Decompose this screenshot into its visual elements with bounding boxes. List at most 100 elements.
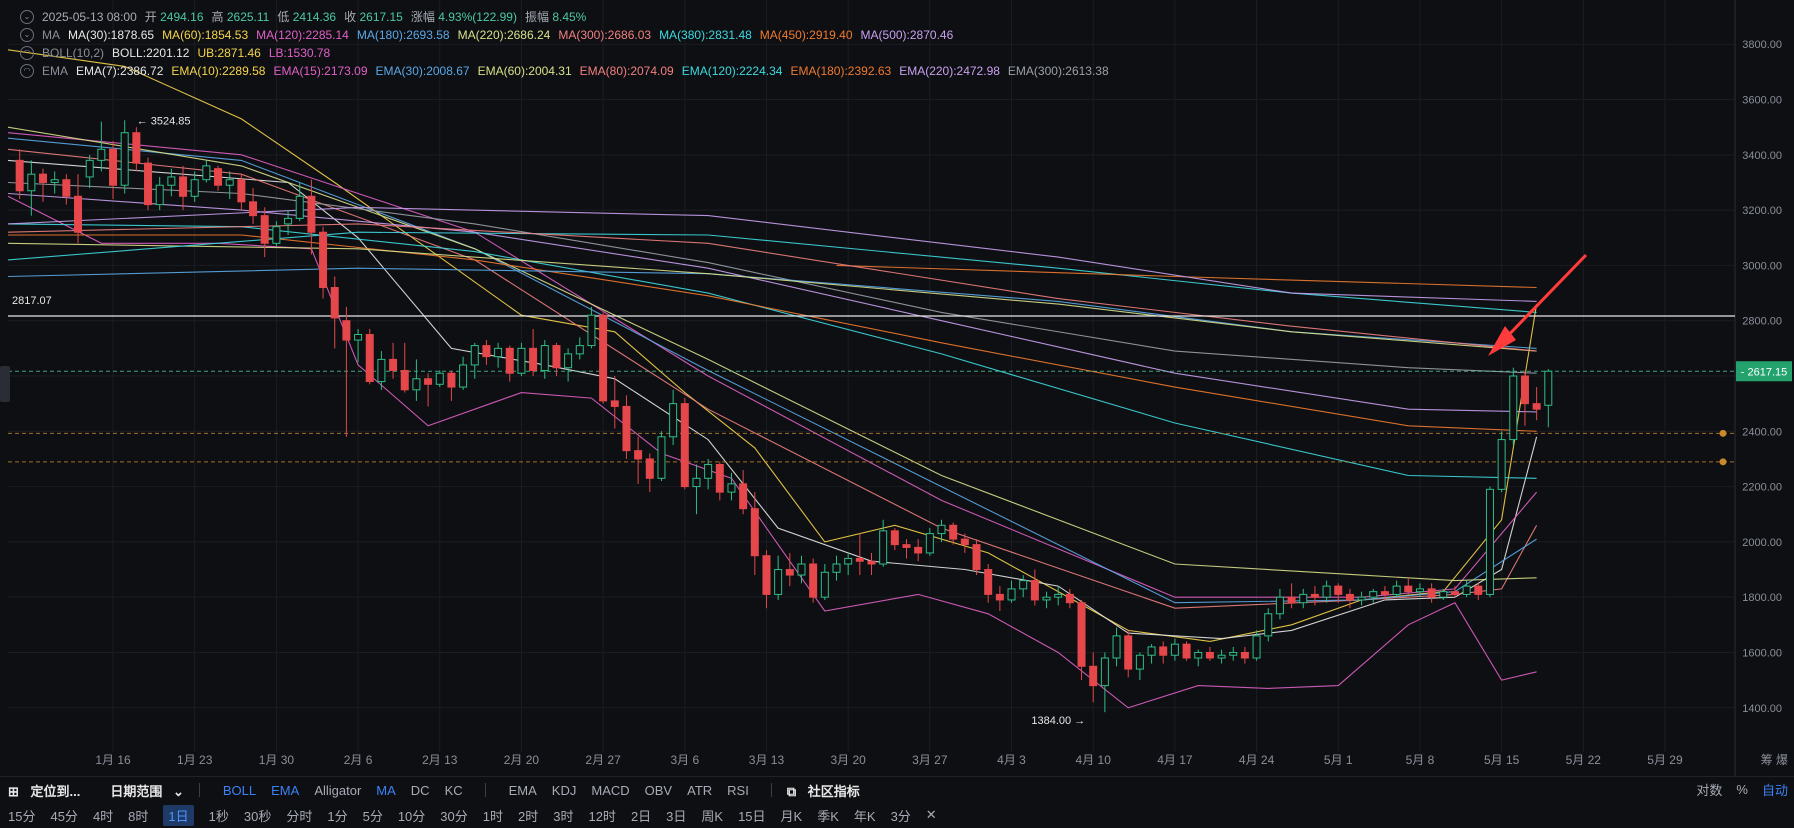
candle-body [1520,375,1529,405]
period-14[interactable]: 3时 [553,806,573,825]
period-17[interactable]: 3日 [666,806,686,825]
y-tick-label: 1400.00 [1742,703,1782,715]
candle-body [984,569,993,595]
boll-label[interactable]: BOLL(10,2) [42,44,104,62]
candle-body [272,226,281,244]
candle-body [132,132,141,164]
ema-value-7: EMA(180):2392.63 [790,64,892,78]
period-7[interactable]: 分时 [286,806,312,825]
period-13[interactable]: 2时 [518,806,538,825]
x-tick-label: 5月 15 [1484,753,1520,767]
candle-body [1474,585,1483,595]
candle-body [995,593,1004,601]
candle-body [1497,439,1506,490]
overlay-ma[interactable]: MA [376,783,396,798]
candle-body [202,165,211,181]
period-9[interactable]: 5分 [363,806,383,825]
bell-icon[interactable]: ◠ [20,64,34,78]
x-tick-label: 5月 8 [1406,753,1435,767]
candle-body [1439,591,1448,598]
candle-body [1054,593,1063,598]
overlay-dc[interactable]: DC [411,783,430,798]
candle-body [307,195,316,233]
candle-body [1544,370,1553,406]
period-1[interactable]: 45分 [50,806,77,825]
period-10[interactable]: 10分 [398,806,425,825]
sub-ema[interactable]: EMA [509,783,537,798]
indicator-line-15 [7,223,1537,352]
candle-body [704,463,713,479]
price-chart[interactable]: 3800.00 3600.00 3400.00 3200.00 3000.00 2800.… [0,0,1794,776]
candle-body [354,334,363,341]
candle-body [1252,635,1261,659]
candle-body [1217,654,1226,659]
period-18[interactable]: 周K [701,806,723,825]
indicator-line-5 [7,137,1537,604]
overlay-alligator[interactable]: Alligator [314,783,361,798]
indicator-line-0 [7,49,1538,642]
candle-body [389,358,398,371]
collapse-icon[interactable]: ⌄ [20,28,34,42]
high-label: 高 [211,10,224,24]
overlay-ema[interactable]: EMA [271,783,299,798]
candle-body [692,477,701,488]
sub-obv[interactable]: OBV [645,783,672,798]
scale-option-0[interactable]: 对数 [1696,780,1722,799]
candle-body [657,436,666,479]
goto-label: 定位到... [30,783,81,799]
date-range-button[interactable]: 日期范围 ⌄ [102,781,184,800]
candle-body [727,483,736,493]
candle-body [1135,654,1144,670]
period-11[interactable]: 30分 [440,806,467,825]
period-8[interactable]: 1分 [327,806,347,825]
sub-kdj[interactable]: KDJ [552,783,577,798]
period-22[interactable]: 年K [854,806,876,825]
candle-body [669,403,678,438]
ma-value-2: MA(120):2285.14 [256,28,349,42]
period-0[interactable]: 15分 [8,806,35,825]
y-tick-label: 3400.00 [1742,150,1782,162]
sub-atr[interactable]: ATR [687,783,712,798]
goto-button[interactable]: ⊞ 定位到... [8,781,87,800]
period-6[interactable]: 30秒 [244,806,271,825]
ema-value-3: EMA(30):2008.67 [375,64,470,78]
candle-body [400,369,409,391]
candle-body [494,347,503,358]
overlay-boll[interactable]: BOLL [223,783,256,798]
ema-legend-row: ◠ EMA EMA(7):2386.72 EMA(10):2289.58 EMA(1… [20,62,1109,80]
period-4[interactable]: 1日 [163,804,194,826]
sub-rsi[interactable]: RSI [727,783,749,798]
period-5[interactable]: 1秒 [209,806,229,825]
period-3[interactable]: 8时 [128,806,148,825]
collapse-icon[interactable]: ⌄ [20,10,34,24]
bell-icon[interactable]: ◠ [20,46,34,60]
x-tick-label: 5月 1 [1324,753,1353,767]
indicator-line-2 [7,159,1538,640]
ohlc-row: ⌄ 2025-05-13 08:00 开 2494.16 高 2625.11 低… [20,8,1109,26]
community-indicator-button[interactable]: ⧉ 社区指标 [787,781,867,800]
candle-body [365,334,374,383]
sub-macd[interactable]: MACD [591,783,629,798]
candle-body [295,195,304,219]
scale-option-1[interactable]: % [1736,782,1748,797]
ema-label[interactable]: EMA [42,62,68,80]
ma-label[interactable]: MA [42,26,60,44]
scale-option-2[interactable]: 自动 [1762,780,1788,799]
bar-date: 2025-05-13 08:00 [42,10,137,24]
period-20[interactable]: 月K [781,806,803,825]
overlay-kc[interactable]: KC [445,783,463,798]
period-21[interactable]: 季K [817,806,839,825]
level-marker [1719,429,1727,437]
period-16[interactable]: 2日 [631,806,651,825]
period-15[interactable]: 12时 [588,806,615,825]
ema-value-9: EMA(300):2613.38 [1007,64,1109,78]
candle-body [972,544,981,571]
candle-body [50,179,59,183]
period-2[interactable]: 4时 [93,806,113,825]
period-23[interactable]: 3分 [891,806,911,825]
candle-body [1485,488,1494,595]
close-icon[interactable]: ✕ [926,807,937,823]
period-12[interactable]: 1时 [483,806,503,825]
candle-body [645,458,654,479]
period-19[interactable]: 15日 [738,806,765,825]
